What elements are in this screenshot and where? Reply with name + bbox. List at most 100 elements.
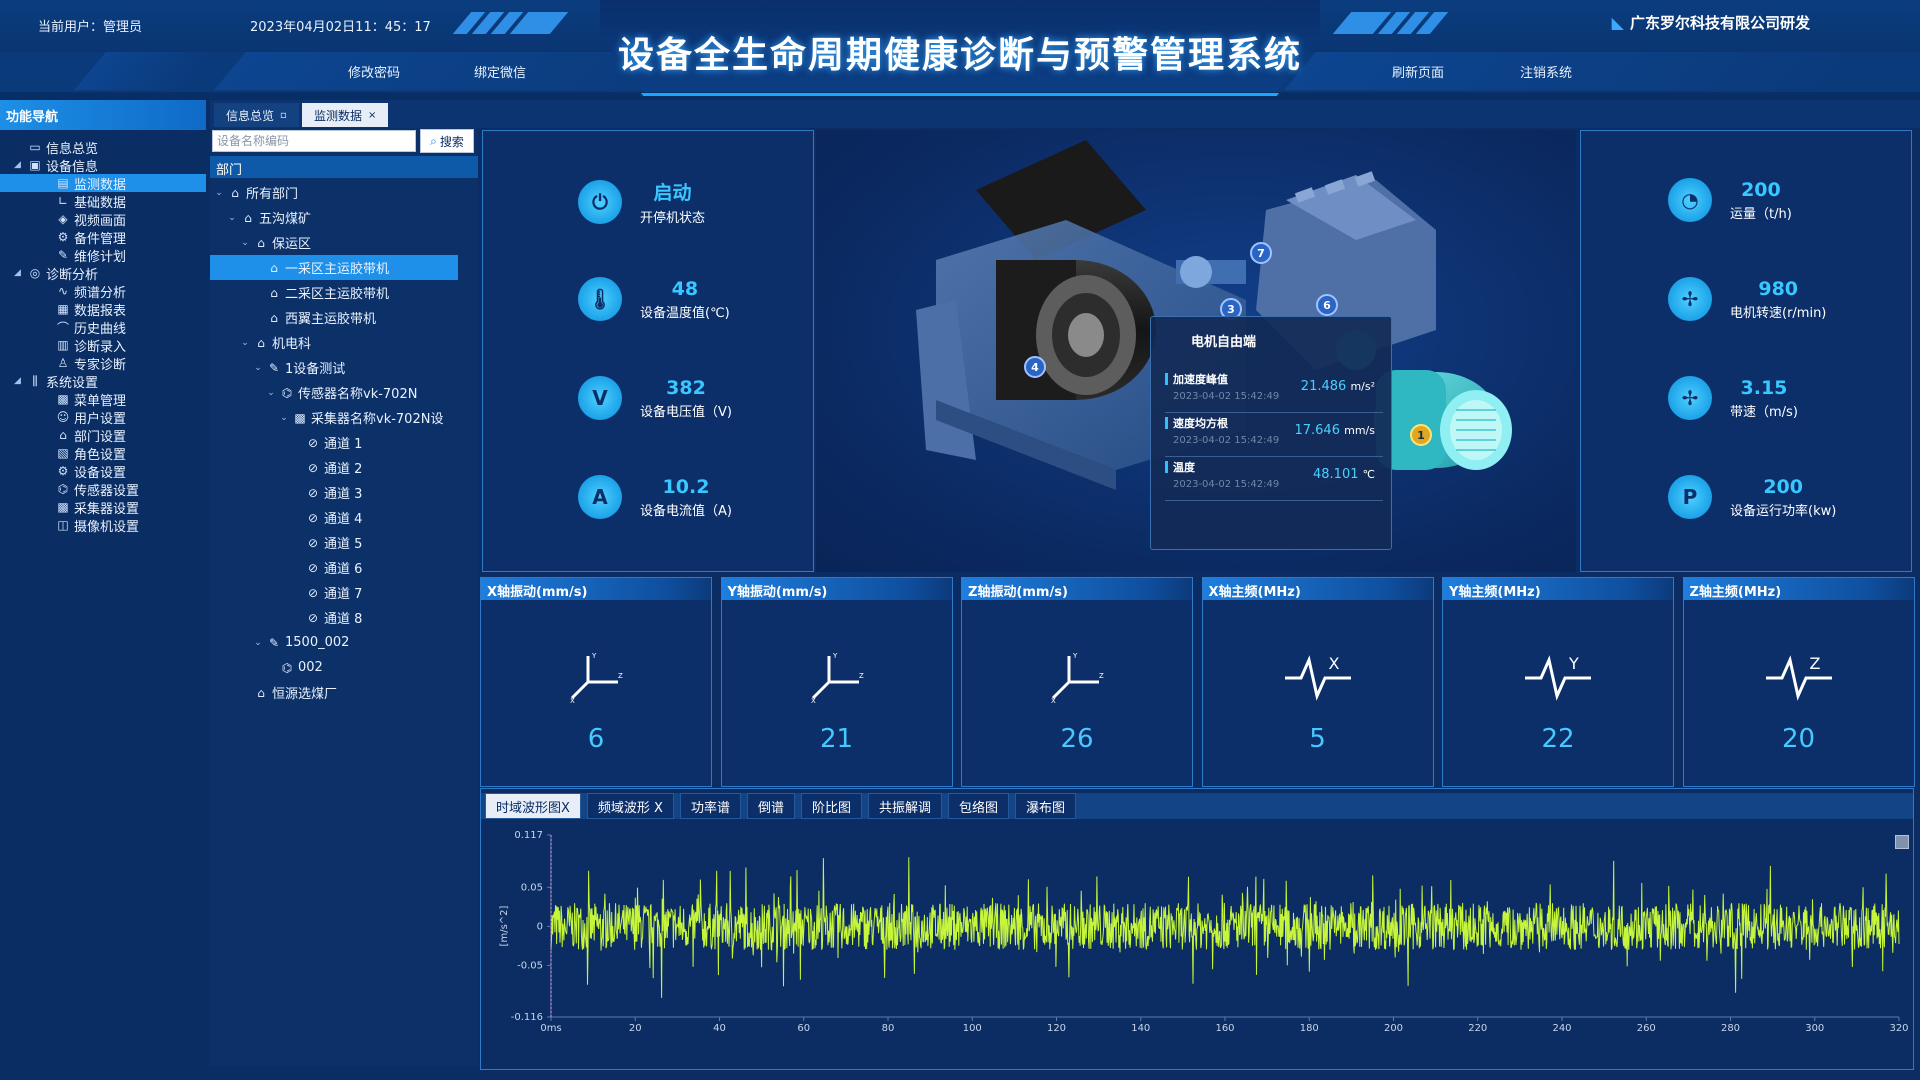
chart-tab[interactable]: 瀑布图 bbox=[1015, 793, 1077, 819]
tree-item[interactable]: ⊘ 通道 2 bbox=[210, 455, 478, 480]
search-button[interactable]: ⌕ 搜索 bbox=[420, 129, 474, 153]
tree-item[interactable]: ⊘ 通道 1 bbox=[210, 430, 478, 455]
nav-item[interactable]: ▥ 诊断录入 bbox=[0, 336, 206, 355]
tree-item[interactable]: ⌬ 002 bbox=[210, 655, 478, 680]
nav-item[interactable]: ⌬ 传感器设置 bbox=[0, 480, 206, 499]
tab-monitoring-data[interactable]: 监测数据 × bbox=[302, 103, 389, 127]
nav-item[interactable]: ▭ 信息总览 bbox=[0, 138, 206, 157]
collapse-triangle-icon[interactable]: ◢ bbox=[14, 160, 24, 170]
tab-overview[interactable]: 信息总览 ▫ bbox=[214, 103, 299, 127]
refresh-page-button[interactable]: 刷新页面 bbox=[1358, 56, 1478, 86]
row-time: 2023-04-02 15:42:49 bbox=[1173, 391, 1280, 402]
waveform-series-line bbox=[550, 857, 1900, 998]
nav-item[interactable]: ▤ 监测数据 bbox=[0, 174, 206, 193]
device-icon: ▣ bbox=[29, 158, 41, 172]
tree-item[interactable]: ⌂ 恒源选煤厂 bbox=[210, 680, 478, 705]
nav-item[interactable]: ♙ 专家诊断 bbox=[0, 354, 206, 373]
vibration-value: 20 bbox=[1781, 724, 1816, 754]
chart-tab[interactable]: 共振解调 bbox=[868, 793, 943, 819]
expand-toggle-icon[interactable]: ⌄ bbox=[279, 413, 289, 423]
chart-tab[interactable]: 功率谱 bbox=[679, 793, 741, 819]
nav-item[interactable]: ▧ 角色设置 bbox=[0, 444, 206, 463]
tree-item[interactable]: ⌄ ✎ 1设备测试 bbox=[210, 355, 478, 380]
chart-tab[interactable]: 阶比图 bbox=[800, 793, 862, 819]
decor-slashes-right bbox=[1332, 12, 1462, 34]
chart-tab[interactable]: 包络图 bbox=[948, 793, 1010, 819]
nav-item[interactable]: ▦ 数据报表 bbox=[0, 300, 206, 319]
expand-toggle-icon[interactable]: ⌄ bbox=[214, 188, 224, 198]
device-search-input[interactable] bbox=[212, 130, 416, 152]
expand-toggle-icon[interactable]: ⌄ bbox=[240, 238, 250, 248]
stat-item: V 382 设备电压值（V) bbox=[578, 376, 732, 420]
nav-item[interactable]: ✎ 维修计划 bbox=[0, 246, 206, 265]
logout-button[interactable]: 注销系统 bbox=[1486, 56, 1606, 86]
stat-text: 980 电机转速(r/min) bbox=[1730, 278, 1826, 321]
nav-item[interactable]: ◢ ⫼ 系统设置 bbox=[0, 372, 206, 391]
nav-item[interactable]: ◢ ◎ 诊断分析 bbox=[0, 264, 206, 283]
tree-item[interactable]: ⌄ ⌬ 传感器名称vk-702N bbox=[210, 380, 478, 405]
sensor-badge-4[interactable]: 4 bbox=[1024, 356, 1046, 378]
sensor-badge-6[interactable]: 6 bbox=[1316, 294, 1338, 316]
expand-toggle-icon[interactable]: ⌄ bbox=[227, 213, 237, 223]
tree-item[interactable]: ⌂ 西翼主运胶带机 bbox=[210, 305, 478, 330]
nav-item[interactable]: ◈ 视频画面 bbox=[0, 210, 206, 229]
chart-tab[interactable]: 频域波形 X bbox=[586, 793, 674, 819]
bind-wechat-button[interactable]: 绑定微信 bbox=[440, 56, 560, 86]
nav-item[interactable]: ∿ 频谱分析 bbox=[0, 282, 206, 301]
x-tick-label: 280 bbox=[1721, 1023, 1740, 1034]
expand-toggle-icon[interactable]: ⌄ bbox=[266, 388, 276, 398]
nav-item[interactable]: ◫ 摄像机设置 bbox=[0, 516, 206, 535]
change-password-button[interactable]: 修改密码 bbox=[314, 56, 434, 86]
row-name: 速度均方根 bbox=[1173, 417, 1228, 430]
tree-item[interactable]: ⌂ 二采区主运胶带机 bbox=[210, 280, 478, 305]
tree-item[interactable]: ⌄ ⌂ 所有部门 bbox=[210, 180, 478, 205]
tree-item[interactable]: ⌄ ⌂ 保运区 bbox=[210, 230, 478, 255]
tree-item[interactable]: ⊘ 通道 7 bbox=[210, 580, 478, 605]
time-waveform-chart[interactable]: 0.117 0.05 0 -0.05 -0.1160ms 20 40 60 80 100 120 14… bbox=[481, 821, 1911, 1069]
nav-item[interactable]: ⚙ 设备设置 bbox=[0, 462, 206, 481]
building-icon: ⌂ bbox=[270, 285, 278, 300]
nav-item[interactable]: ⌂ 部门设置 bbox=[0, 426, 206, 445]
tree-item[interactable]: ⌂ 一采区主运胶带机 bbox=[210, 255, 458, 280]
tree-item[interactable]: ⊘ 通道 8 bbox=[210, 605, 478, 630]
expand-toggle-icon[interactable]: ⌄ bbox=[253, 638, 263, 648]
nav-item-label: 基础数据 bbox=[74, 195, 127, 211]
collapse-triangle-icon[interactable]: ◢ bbox=[14, 268, 24, 278]
nav-item[interactable]: ☺ 用户设置 bbox=[0, 408, 206, 427]
sensor-badge-1[interactable]: 1 bbox=[1410, 424, 1432, 446]
tree-item-label: 通道 4 bbox=[324, 512, 363, 527]
tab-close-icon[interactable]: ▫ bbox=[280, 110, 287, 121]
chart-tab[interactable]: 倒谱 bbox=[746, 793, 795, 819]
stat-item: ◔ 200 运量（t/h) bbox=[1668, 178, 1792, 222]
nav-item[interactable]: ⚙ 备件管理 bbox=[0, 228, 206, 247]
wave-icon: Y bbox=[1523, 648, 1593, 708]
tree-item[interactable]: ⊘ 通道 6 bbox=[210, 555, 478, 580]
report-icon: ▦ bbox=[57, 302, 69, 316]
nav-item-label: 数据报表 bbox=[74, 303, 127, 319]
tree-item[interactable]: ⊘ 通道 3 bbox=[210, 480, 478, 505]
tree-item-label: 通道 7 bbox=[324, 587, 363, 602]
tree-item[interactable]: ⌄ ⌂ 机电科 bbox=[210, 330, 478, 355]
building-icon: ⌂ bbox=[244, 210, 252, 225]
nav-item[interactable]: ◢ ▣ 设备信息 bbox=[0, 156, 206, 175]
tab-close-icon[interactable]: × bbox=[368, 110, 376, 121]
stat-value: 10.2 bbox=[662, 475, 710, 498]
tree-item[interactable]: ⊘ 通道 5 bbox=[210, 530, 478, 555]
expand-toggle-icon[interactable]: ⌄ bbox=[240, 338, 250, 348]
motor-free-end-popup: 电机自由端 加速度峰值 2023-04-02 15:42:49 21.486 m… bbox=[1150, 316, 1392, 550]
expand-toggle-icon[interactable]: ⌄ bbox=[253, 363, 263, 373]
nav-item[interactable]: ⌒ 历史曲线 bbox=[0, 318, 206, 337]
tree-item[interactable]: ⌄ ⌂ 五沟煤矿 bbox=[210, 205, 478, 230]
tree-item[interactable]: ⊘ 通道 4 bbox=[210, 505, 478, 530]
popup-row-temperature: 温度 2023-04-02 15:42:49 48.101 ℃ bbox=[1165, 457, 1383, 501]
page-title: 设备全生命周期健康诊断与预警管理系统 bbox=[617, 35, 1302, 76]
nav-item[interactable]: ∟ 基础数据 bbox=[0, 192, 206, 211]
nav-item[interactable]: ▩ 菜单管理 bbox=[0, 390, 206, 409]
collapse-triangle-icon[interactable]: ◢ bbox=[14, 376, 24, 386]
sensor-badge-7[interactable]: 7 bbox=[1250, 242, 1272, 264]
x-tick-label: 180 bbox=[1300, 1023, 1319, 1034]
tree-item[interactable]: ⌄ ✎ 1500_002 bbox=[210, 630, 478, 655]
nav-item[interactable]: ▩ 采集器设置 bbox=[0, 498, 206, 517]
chart-tab[interactable]: 时域波形图X bbox=[485, 793, 581, 819]
tree-item[interactable]: ⌄ ▩ 采集器名称vk-702N设 bbox=[210, 405, 478, 430]
